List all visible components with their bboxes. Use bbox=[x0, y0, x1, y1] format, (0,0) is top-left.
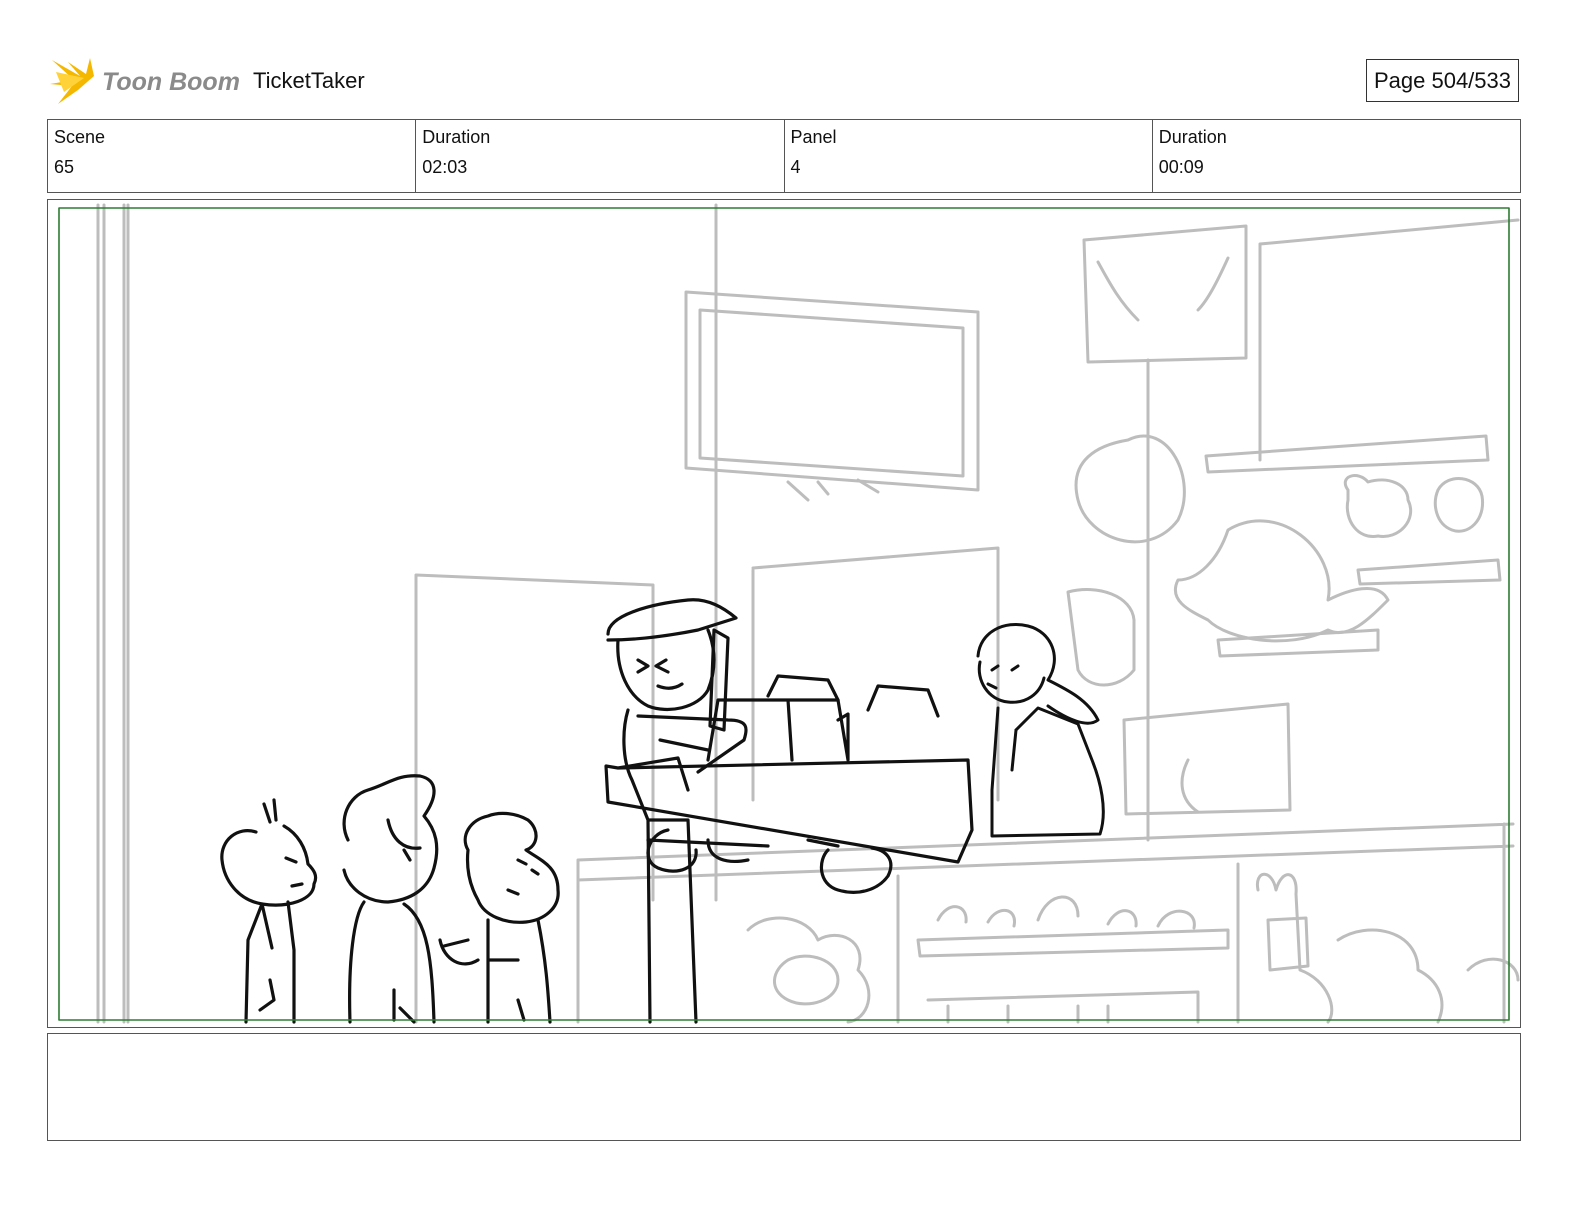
scene-duration-value: 02:03 bbox=[422, 157, 468, 177]
panel-value: 4 bbox=[790, 157, 801, 177]
background-sketch bbox=[96, 203, 1520, 1024]
storyboard-panel bbox=[47, 199, 1521, 1028]
scene-label: Scene bbox=[54, 127, 106, 147]
scene-duration-cell: Duration 02:03 bbox=[415, 120, 783, 192]
panel-duration-value: 00:09 bbox=[1158, 157, 1204, 177]
info-table: Scene 65 Duration 02:03 Panel 4 Duration… bbox=[47, 119, 1521, 193]
panel-duration-cell: Duration 00:09 bbox=[1151, 120, 1520, 192]
panel-sketch bbox=[58, 203, 1520, 1024]
starburst-icon bbox=[50, 58, 94, 104]
project-title: TicketTaker bbox=[253, 68, 365, 93]
notes-box bbox=[47, 1033, 1521, 1141]
page-number: Page 504/533 bbox=[1366, 59, 1519, 102]
scene-value: 65 bbox=[54, 157, 75, 177]
scene-duration-label: Duration bbox=[422, 127, 491, 147]
safe-frame bbox=[58, 207, 1510, 1021]
panel-duration-label: Duration bbox=[1158, 127, 1227, 147]
logo-wordmark: Toon Boom bbox=[102, 68, 240, 96]
panel-cell: Panel 4 bbox=[783, 120, 1152, 192]
toon-boom-logo: Toon Boom bbox=[50, 54, 240, 110]
scene-cell: Scene 65 bbox=[48, 120, 415, 192]
kids-group bbox=[220, 774, 560, 1024]
panel-label: Panel bbox=[790, 127, 837, 147]
